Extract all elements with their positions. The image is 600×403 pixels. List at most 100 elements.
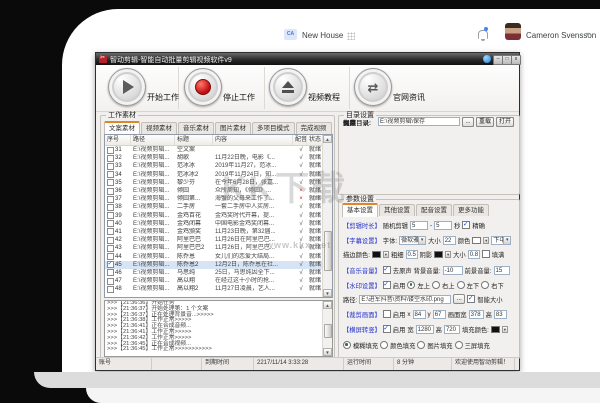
table-row[interactable]: 44 E:\视频剪辑... 陈乔恩 女儿们的恋爱大结局... √ 就绪	[105, 252, 332, 260]
scroll-down-icon[interactable]: ▼	[323, 289, 332, 297]
pos-bottomleft-radio[interactable]	[457, 281, 465, 289]
log-box[interactable]: >>>【21:36:36】开始任务>>>【21:36:37】开始处理第：1 个文…	[104, 300, 333, 357]
pos-bottomright-radio[interactable]	[481, 281, 489, 289]
video-tutorial-button[interactable]	[269, 68, 307, 106]
row-checkbox[interactable]	[107, 286, 114, 293]
row-checkbox[interactable]	[107, 220, 114, 227]
table-row[interactable]: 39 E:\视频剪辑... 金鸡百花 金鸡奖时代开幕，提... √ 就绪	[105, 212, 332, 220]
table-header-cell[interactable]: 路径	[131, 135, 175, 145]
row-checkbox[interactable]	[107, 188, 114, 195]
table-header-cell[interactable]: 配音	[293, 135, 307, 145]
shadow-size-input[interactable]: 0.8	[468, 250, 480, 259]
fill-color-swatch[interactable]	[491, 326, 500, 333]
font-color-swatch[interactable]	[472, 237, 481, 244]
shadow-color-dropdown-icon[interactable]: ▾	[445, 251, 451, 258]
work-tab[interactable]: 多项目模式	[252, 122, 295, 134]
accurate-checkbox[interactable]	[462, 221, 470, 229]
table-row[interactable]: 46 E:\视频剪辑... 马思纯 25日，马思纯因全下... √ 就绪	[105, 269, 332, 277]
watermark-path-input[interactable]: E:\进军抖音\资料\镂空水印.png	[359, 295, 451, 304]
browse-button[interactable]: ...	[462, 117, 474, 127]
table-row[interactable]: 31 E:\视频剪辑... 空文案 √ 就绪	[105, 146, 332, 154]
param-tab[interactable]: 配音设置	[416, 204, 452, 216]
convert-width-input[interactable]: 1280	[416, 325, 434, 334]
table-row[interactable]: 42 E:\视频剪辑... 阿里巴巴 11月26日在阿里巴巴... √ 就绪	[105, 236, 332, 244]
table-row[interactable]: 35 E:\视频剪辑... 黎少芬 在今年6月28日，张嘉... √ 就绪	[105, 179, 332, 187]
clip-min-input[interactable]: 5	[410, 221, 428, 230]
row-checkbox[interactable]	[107, 212, 114, 219]
clip-max-input[interactable]: 5	[434, 221, 452, 230]
row-checkbox[interactable]: ✓	[107, 261, 114, 268]
table-header-cell[interactable]: 内容	[213, 135, 293, 145]
fg-volume-input[interactable]: 15	[494, 266, 510, 275]
param-tab[interactable]: 其他设置	[379, 204, 415, 216]
row-checkbox[interactable]	[107, 269, 114, 276]
font-size-input[interactable]: 22	[443, 236, 456, 245]
scrollbar-thumb[interactable]	[324, 324, 332, 338]
help-icon[interactable]	[483, 55, 491, 63]
table-row[interactable]: 43 E:\视频剪辑... 阿里巴巴2 11月26日，阿里巴巴... √ 就绪	[105, 244, 332, 252]
workspace-name[interactable]: New House	[302, 31, 343, 40]
fill-checkbox[interactable]	[482, 250, 490, 258]
table-row[interactable]: 41 E:\视频剪辑... 金鸡颁奖 11月23日晚，第32届... √ 就绪	[105, 228, 332, 236]
row-checkbox[interactable]	[107, 171, 114, 178]
crop-enable-checkbox[interactable]	[383, 310, 391, 318]
stroke-color-swatch[interactable]	[372, 251, 381, 258]
subtitle-position-select[interactable]: 下中	[491, 236, 511, 245]
font-color-dropdown-icon[interactable]: ▾	[483, 237, 489, 244]
official-news-button[interactable]: ⇄	[354, 68, 392, 106]
row-checkbox[interactable]	[107, 278, 114, 285]
watermark-enable-checkbox[interactable]	[383, 281, 391, 289]
fill-color-dropdown-icon[interactable]: ▾	[502, 326, 508, 333]
crop-x-input[interactable]: 84	[413, 310, 426, 319]
row-checkbox[interactable]	[107, 204, 114, 211]
crop-y-input[interactable]: 67	[433, 310, 446, 319]
triple-fill-radio[interactable]	[455, 341, 463, 349]
avatar[interactable]	[505, 23, 521, 40]
blur-fill-radio[interactable]	[343, 341, 351, 349]
scroll-up-icon[interactable]: ▲	[323, 135, 332, 143]
smart-size-checkbox[interactable]	[467, 295, 475, 303]
bg-volume-input[interactable]: -10	[443, 266, 463, 275]
table-row[interactable]: 47 E:\视频剪辑... 高以翔 在经过这十小时的抢... √ 就绪	[105, 277, 332, 285]
table-row[interactable]: 38 E:\视频剪辑... 二手房 一套二手房中人买房... √ 就绪	[105, 203, 332, 211]
start-work-button[interactable]	[108, 68, 146, 106]
row-checkbox[interactable]	[107, 237, 114, 244]
mute-original-checkbox[interactable]	[383, 266, 391, 274]
scrollbar-thumb[interactable]	[324, 231, 332, 271]
convert-height-input[interactable]: 720	[444, 325, 460, 334]
row-checkbox[interactable]	[107, 196, 114, 203]
row-checkbox[interactable]	[107, 179, 114, 186]
table-row[interactable]: 40 E:\视频剪辑... 金鸡闭幕 中国电影金鸡奖闭幕... √ 就绪	[105, 220, 332, 228]
directory-input[interactable]: E:\视频剪辑\保存	[378, 117, 460, 126]
table-row[interactable]: 34 E:\视频剪辑... 范冰冰2 2019年11月24日，知... √ 就绪	[105, 171, 332, 179]
pos-topright-radio[interactable]	[432, 281, 440, 289]
table-row[interactable]: 48 E:\视频剪辑... 高以翔2 11月27日凌晨，艺人... √ 就绪	[105, 285, 332, 293]
table-row[interactable]: ✓ 45 E:\视频剪辑... 陈乔恩2 12月2日，陈乔恩在社... √ 就绪	[105, 261, 332, 269]
table-row[interactable]: 37 E:\视频剪辑... 倾囧第... 海蟹的父母来工作了... × 就绪	[105, 195, 332, 203]
reload-button[interactable]: 重载	[476, 117, 494, 127]
table-row[interactable]: 36 E:\视频剪辑... 倾囧 众所周知，《倾囧》... × 就绪	[105, 187, 332, 195]
color-fill-radio[interactable]	[380, 341, 388, 349]
table-row[interactable]: 32 E:\视频剪辑... 胡歌 11月22日晚，电影《... √ 就绪	[105, 154, 332, 162]
work-tab[interactable]: 音乐素材	[178, 122, 214, 134]
stroke-width-input[interactable]: 0.5	[406, 250, 418, 259]
row-checkbox[interactable]	[107, 228, 114, 235]
param-tab[interactable]: 基本设置	[342, 203, 378, 217]
stroke-color-dropdown-icon[interactable]: ▾	[383, 251, 389, 258]
row-checkbox[interactable]	[107, 245, 114, 252]
scroll-down-icon[interactable]: ▼	[323, 348, 332, 356]
open-button[interactable]: 打开	[496, 117, 514, 127]
title-bar[interactable]: 智动剪辑-智能自动批量剪辑视频软件v9 – □ x	[96, 53, 519, 65]
notification-bell-icon[interactable]	[478, 30, 488, 39]
param-tab[interactable]: 更多功能	[453, 204, 489, 216]
shadow-color-swatch[interactable]	[434, 251, 443, 258]
table-row[interactable]: 33 E:\视频剪辑... 范冰冰 2019年11月27，范冰... √ 就绪	[105, 162, 332, 170]
work-tab[interactable]: 完成视频	[296, 122, 332, 134]
chevron-down-icon[interactable]: ▾	[586, 30, 590, 39]
log-scrollbar[interactable]: ▲ ▼	[322, 301, 332, 356]
work-tab[interactable]: 文案素材	[104, 121, 140, 135]
stop-work-button[interactable]	[184, 68, 222, 106]
pos-topleft-radio[interactable]	[407, 281, 415, 289]
apps-grid-icon[interactable]	[347, 32, 355, 40]
row-checkbox[interactable]	[107, 253, 114, 260]
